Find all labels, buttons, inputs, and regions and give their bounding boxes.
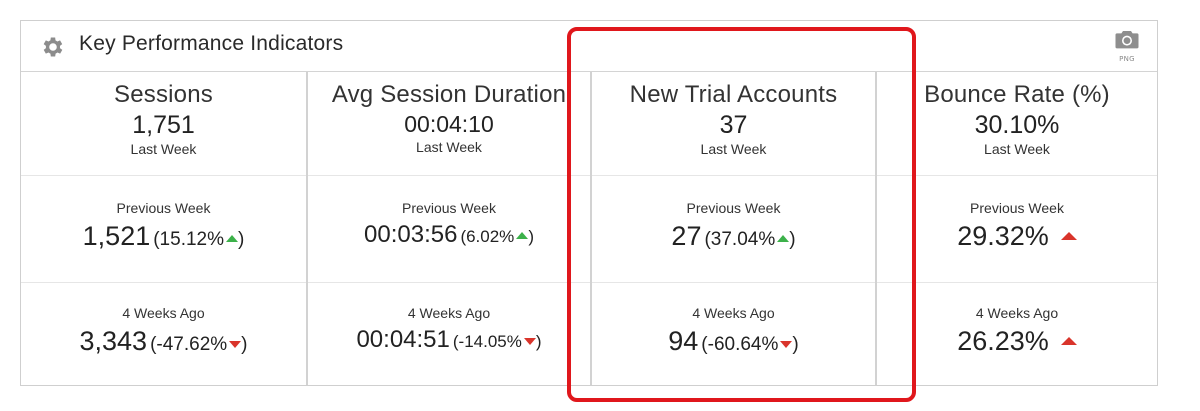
change-percent: (-14.05% [452, 332, 522, 351]
widget-title: Key Performance Indicators [79, 32, 344, 55]
comparison-change: (6.02%) [460, 227, 534, 246]
comparison-label: Previous Week [402, 200, 496, 216]
kpi-sessions: Sessions 1,751 Last Week Previous Week 1… [21, 72, 308, 385]
kpi-name: Bounce Rate (%) [924, 81, 1110, 108]
change-percent: (6.02% [460, 227, 515, 246]
kpi-summary: New Trial Accounts 37 Last Week [592, 72, 875, 175]
change-percent: (37.04% [704, 229, 776, 250]
kpi-4-weeks-ago: 4 Weeks Ago 3,343 (-47.62%) [21, 282, 306, 385]
kpi-previous-week: Previous Week 00:03:56 (6.02%) [308, 175, 590, 282]
trend-up-icon [777, 235, 790, 242]
comparison-value: 26.23% [957, 326, 1049, 356]
kpi-4-weeks-ago: 4 Weeks Ago 94 (-60.64%) [592, 282, 875, 385]
kpi-grid: Sessions 1,751 Last Week Previous Week 1… [21, 72, 1157, 385]
widget-header: Key Performance Indicators PNG [21, 21, 1157, 72]
kpi-period: Last Week [130, 141, 197, 157]
kpi-period: Last Week [416, 139, 482, 155]
change-close: ) [535, 332, 542, 351]
export-label: PNG [1119, 55, 1135, 63]
kpi-period: Last Week [700, 141, 767, 157]
trend-up-icon [1060, 232, 1077, 240]
comparison-row: 26.23% [877, 326, 1157, 357]
kpi-widget: Key Performance Indicators PNG Sessions … [20, 20, 1158, 386]
kpi-name: Avg Session Duration [331, 81, 567, 108]
kpi-summary: Bounce Rate (%) 30.10% Last Week [877, 72, 1157, 175]
change-close: ) [241, 334, 248, 355]
comparison-value: 1,521 [82, 221, 151, 251]
comparison-label: Previous Week [970, 200, 1064, 216]
comparison-row: 29.32% [877, 221, 1157, 252]
kpi-previous-week: Previous Week 1,521 (15.12%) [21, 175, 306, 282]
comparison-row: 3,343 (-47.62%) [21, 326, 306, 357]
kpi-summary: Avg Session Duration 00:04:10 Last Week [308, 72, 590, 175]
kpi-summary: Sessions 1,751 Last Week [21, 72, 306, 175]
comparison-value: 3,343 [79, 326, 148, 356]
comparison-label: 4 Weeks Ago [407, 305, 491, 321]
comparison-row: 27 (37.04%) [592, 221, 875, 252]
kpi-bounce-rate: Bounce Rate (%) 30.10% Last Week Previou… [877, 72, 1157, 385]
comparison-label: 4 Weeks Ago [122, 305, 205, 321]
change-percent: (15.12% [153, 229, 225, 250]
trend-up-icon [516, 232, 529, 239]
kpi-value: 30.10% [974, 111, 1060, 139]
comparison-label: Previous Week [686, 200, 781, 216]
trend-up-icon [226, 235, 239, 242]
change-percent: (-47.62% [150, 334, 228, 355]
change-close: ) [528, 227, 534, 246]
kpi-previous-week: Previous Week 27 (37.04%) [592, 175, 875, 282]
kpi-value: 00:04:10 [404, 111, 494, 137]
change-close: ) [789, 229, 796, 250]
kpi-new-trial-accounts: New Trial Accounts 37 Last Week Previous… [592, 72, 877, 385]
kpi-value: 1,751 [132, 111, 195, 139]
kpi-value: 37 [719, 111, 748, 139]
comparison-label: Previous Week [116, 200, 211, 216]
kpi-name: New Trial Accounts [629, 81, 838, 108]
export-png-button[interactable]: PNG [1113, 30, 1141, 66]
camera-icon [1115, 31, 1139, 49]
kpi-4-weeks-ago: 4 Weeks Ago 00:04:51 (-14.05%) [308, 282, 590, 385]
trend-down-icon [523, 338, 536, 345]
comparison-value: 94 [668, 326, 699, 356]
comparison-value: 00:03:56 [364, 221, 458, 248]
comparison-change: (37.04%) [704, 229, 795, 250]
kpi-avg-session-duration: Avg Session Duration 00:04:10 Last Week … [308, 72, 592, 385]
comparison-change: (-47.62%) [150, 334, 247, 355]
comparison-change: (-60.64%) [701, 334, 798, 355]
comparison-row: 00:04:51 (-14.05%) [308, 326, 590, 354]
change-percent: (-60.64% [701, 334, 779, 355]
comparison-row: 1,521 (15.12%) [21, 221, 306, 252]
comparison-label: 4 Weeks Ago [692, 305, 775, 321]
comparison-change: (15.12%) [153, 229, 244, 250]
comparison-value: 27 [671, 221, 702, 251]
gear-icon[interactable] [40, 34, 66, 60]
comparison-label: 4 Weeks Ago [975, 305, 1059, 321]
kpi-previous-week: Previous Week 29.32% [877, 175, 1157, 282]
comparison-change: (-14.05%) [453, 332, 542, 351]
trend-down-icon [229, 341, 242, 348]
comparison-value: 29.32% [957, 221, 1049, 251]
change-close: ) [238, 229, 245, 250]
kpi-4-weeks-ago: 4 Weeks Ago 26.23% [877, 282, 1157, 385]
kpi-name: Sessions [114, 81, 213, 108]
comparison-row: 94 (-60.64%) [592, 326, 875, 357]
comparison-row: 00:03:56 (6.02%) [308, 221, 590, 249]
comparison-value: 00:04:51 [356, 326, 450, 353]
kpi-period: Last Week [984, 141, 1050, 157]
change-close: ) [792, 334, 799, 355]
trend-up-icon [1060, 337, 1077, 345]
trend-down-icon [780, 341, 793, 348]
